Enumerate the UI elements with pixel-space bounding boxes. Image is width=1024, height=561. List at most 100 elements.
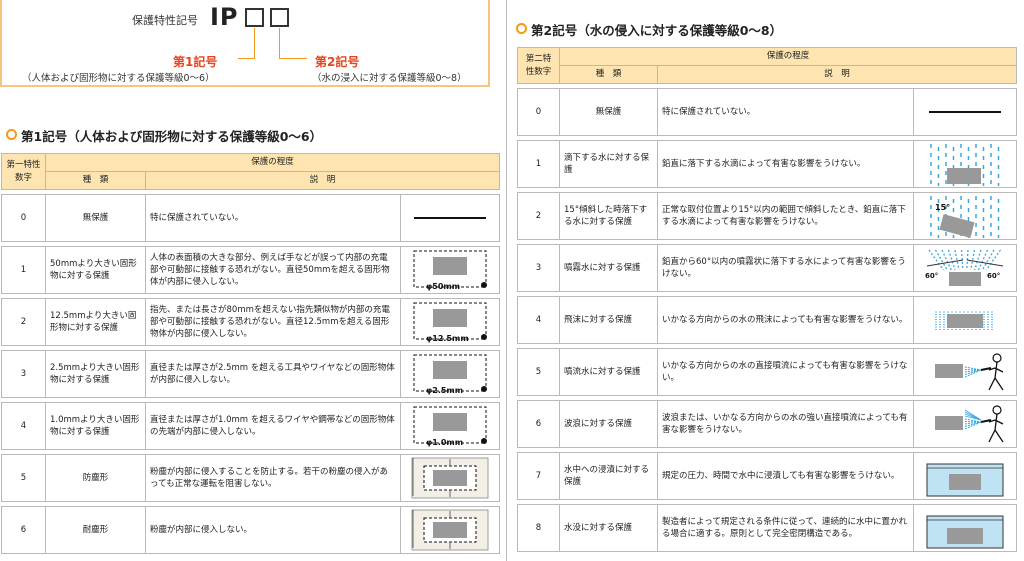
description-header: 説 明 [657,65,1017,84]
protection-figure [400,506,500,554]
protection-figure: 60° 60° [913,244,1017,292]
protection-figure: φ1.0mm [400,402,500,450]
grade-number: 2 [517,192,560,240]
svg-text:60°: 60° [987,272,1000,280]
ip-explanation-box: 保護特性記号 IP 第1記号 （人体および固形物に対する保護等級0〜6） 第2記… [0,0,490,87]
grade-number: 4 [517,296,560,344]
table-row: 1 50mmより大きい固形物に対する保護 人体の表面積の大きな部分、例えば手などが誤… [1,246,500,294]
protection-figure [913,88,1017,136]
svg-text:φ2.5mm: φ2.5mm [426,386,463,395]
right-section-heading: 第2記号（水の侵入に対する保護等級0〜8） [516,20,782,39]
table-row: 4 1.0mmより大きい固形物に対する保護 直径または厚さが1.0mm を超えるワイ… [1,402,500,450]
grade-header: 第一特性数字 [1,153,46,190]
table-row: 0 無保護 特に保護されていない。 [1,194,500,242]
protection-kind: 波浪に対する保護 [559,400,658,448]
svg-text:φ1.0mm: φ1.0mm [426,438,463,447]
test-illustration [930,144,1000,186]
test-illustration [411,457,489,499]
grade-number: 7 [517,452,560,500]
grade-number: 6 [517,400,560,448]
protection-description: 粉塵が内部に侵入することを防止する。若干の粉塵の侵入があっても正常な運転を阻害し… [145,454,401,502]
protection-description: 人体の表面積の大きな部分、例えば手などが誤って内部の充電部や可動部に接触する恐れ… [145,246,401,294]
table-row: 5 防塵形 粉塵が内部に侵入することを防止する。若干の粉塵の侵入があっても正常な運転… [1,454,500,502]
first-digit-box [245,8,264,27]
protection-figure [400,194,500,242]
grade-number: 0 [1,194,46,242]
table-row: 3 噴霧水に対する保護 鉛直から60°以内の噴霧状に落下する水によって有害な影響をう… [517,244,1017,292]
protection-description: 波浪または、いかなる方向からの水の強い直接噴流によっても有害な影響をうけない。 [657,400,914,448]
second-code-label: 第2記号 [315,55,360,69]
protection-kind: 防塵形 [45,454,146,502]
protection-description: 特に保護されていない。 [657,88,914,136]
description-header: 説 明 [145,171,500,190]
kind-header: 種 類 [559,65,658,84]
test-illustration: φ1.0mm [413,406,487,447]
table-row: 6 波浪に対する保護 波浪または、いかなる方向からの水の強い直接噴流によっても有害な… [517,400,1017,448]
test-illustration [926,515,1004,549]
grade-number: 5 [517,348,560,396]
first-code-label: 第1記号 [173,55,218,69]
test-illustration [411,509,489,551]
protection-kind: 1.0mmより大きい固形物に対する保護 [45,402,146,450]
degree-header: 保護の程度 [559,47,1017,66]
test-illustration: φ50mm [413,250,487,291]
protection-kind: 無保護 [45,194,146,242]
protection-description: 規定の圧力、時間で水中に浸漬しても有害な影響をうけない。 [657,452,914,500]
right-heading-text: 第2記号（水の侵入に対する保護等級0〜8） [531,23,783,38]
grade-number: 5 [1,454,46,502]
ip-prefix: IP [210,3,239,31]
protection-kind: 水中への浸漬に対する保護 [559,452,658,500]
protection-kind: 噴流水に対する保護 [559,348,658,396]
protection-description: 指先、または長さが80mmを超えない指先類似物が内部の充電部や可動部に接触する恐… [145,298,401,346]
protection-figure [400,454,500,502]
protection-figure [913,400,1017,448]
protection-kind: 12.5mmより大きい固形物に対する保護 [45,298,146,346]
grade-number: 2 [1,298,46,346]
grade-number: 4 [1,402,46,450]
protection-figure [913,452,1017,500]
table-row: 8 水没に対する保護 製造者によって規定される条件に従って、連続的に水中に置かれる場… [517,504,1017,552]
protection-description: いかなる方向からの水の直接噴流によっても有害な影響をうけない。 [657,348,914,396]
test-illustration: 60° 60° [925,249,1004,286]
protection-kind: 15°傾斜した時落下する水に対する保護 [559,192,658,240]
svg-text:15°: 15° [935,203,950,212]
test-illustration: 15° [930,196,1000,238]
test-illustration [935,311,995,330]
test-illustration [926,463,1004,497]
table-row: 4 飛沫に対する保護 いかなる方向からの水の飛沫によっても有害な影響をうけない。 [517,296,1017,344]
protection-figure: φ50mm [400,246,500,294]
protection-figure: φ12.5mm [400,298,500,346]
grade-number: 1 [1,246,46,294]
table-row: 7 水中への浸漬に対する保護 規定の圧力、時間で水中に浸漬しても有害な影響をうけない… [517,452,1017,500]
protection-kind: 噴霧水に対する保護 [559,244,658,292]
protection-description: 鉛直に落下する水滴によって有害な影響をうけない。 [657,140,914,188]
second-code-table: 第二特性数字 保護の程度 種 類 説 明 0 無保護 特に保護されていない。 1 滴下す… [517,47,1017,552]
protection-kind: 滴下する水に対する保護 [559,140,658,188]
protection-figure [913,348,1017,396]
test-illustration [935,405,1004,443]
svg-text:φ50mm: φ50mm [426,282,460,291]
first-leader-line [254,28,255,58]
protection-description: 直径または厚さが1.0mm を超えるワイヤや鋼帯などの固形物体の先端が内部に侵入… [145,402,401,450]
test-illustration: φ2.5mm [413,354,487,395]
protection-description: 製造者によって規定される条件に従って、連続的に水中に置かれる場合に適する。原則と… [657,504,914,552]
second-digit-box [270,8,289,27]
bullet-icon [516,23,527,34]
grade-number: 3 [1,350,46,398]
kind-header: 種 類 [45,171,146,190]
protection-figure [913,140,1017,188]
svg-text:φ12.5mm: φ12.5mm [426,334,469,343]
protection-kind: 2.5mmより大きい固形物に対する保護 [45,350,146,398]
left-section-heading: 第1記号（人体および固形物に対する保護等級0〜6） [6,126,322,145]
table-row: 5 噴流水に対する保護 いかなる方向からの水の直接噴流によっても有害な影響をうけない… [517,348,1017,396]
table-row: 0 無保護 特に保護されていない。 [517,88,1017,136]
grade-number: 0 [517,88,560,136]
protection-figure: 15° [913,192,1017,240]
test-illustration [929,111,1001,113]
table-row: 6 耐塵形 粉塵が内部に侵入しない。 [1,506,500,554]
grade-header: 第二特性数字 [517,47,560,84]
protection-kind: 水没に対する保護 [559,504,658,552]
protection-kind: 飛沫に対する保護 [559,296,658,344]
grade-number: 8 [517,504,560,552]
protection-figure: φ2.5mm [400,350,500,398]
